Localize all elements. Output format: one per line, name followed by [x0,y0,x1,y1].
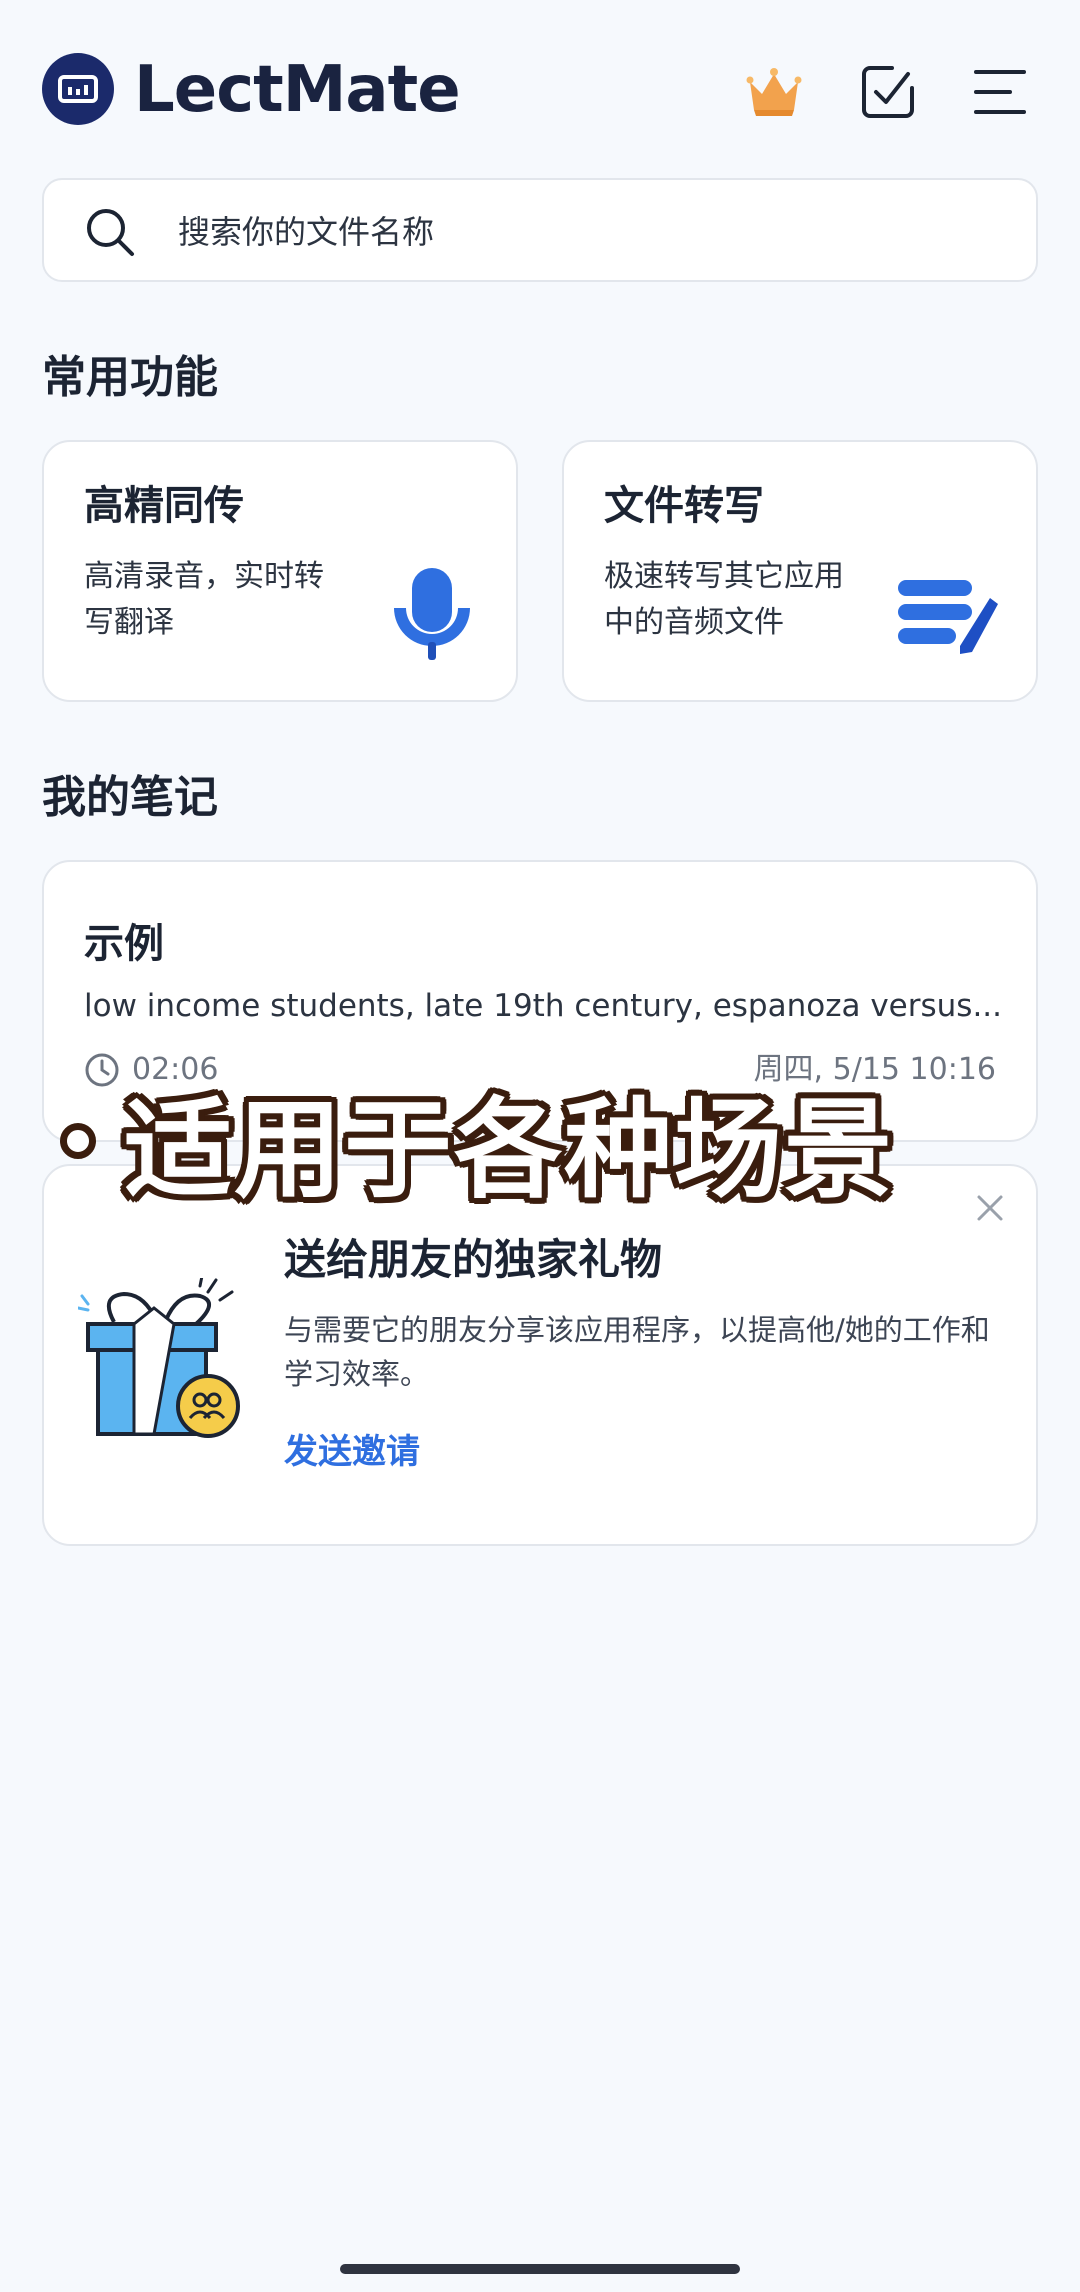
app-logo-icon [42,53,114,125]
note-title: 示例 [84,921,164,967]
import-icon[interactable] [856,60,920,124]
gift-icon [76,1274,254,1458]
close-icon[interactable] [974,1192,1006,1228]
notes-section-title: 我的笔记 [42,772,218,823]
invite-title: 送给朋友的独家礼物 [284,1235,663,1284]
search-icon [84,206,136,258]
app-title: LectMate [134,53,461,127]
feature-card-file-transcribe[interactable]: 文件转写 极速转写其它应用中的音频文件 [562,440,1038,702]
crown-icon[interactable] [742,60,806,124]
note-excerpt: low income students, late 19th century, … [84,988,1003,1024]
microphone-icon [388,566,476,666]
feature-card-simultaneous[interactable]: 高精同传 高清录音，实时转写翻译 [42,440,518,702]
search-bar[interactable]: 搜索你的文件名称 [42,178,1038,282]
send-invite-link[interactable]: 发送邀请 [284,1428,420,1476]
feature-desc: 高清录音，实时转写翻译 [84,559,324,640]
overlay-caption: 适用于各种场景 [124,1088,895,1213]
features-section-title: 常用功能 [42,352,218,403]
feature-title: 文件转写 [604,483,764,529]
invite-description: 与需要它的朋友分享该应用程序，以提高他/她的工作和学习效率。 [284,1313,990,1391]
invite-card: 送给朋友的独家礼物 与需要它的朋友分享该应用程序，以提高他/她的工作和学习效率。… [42,1164,1038,1546]
search-placeholder: 搜索你的文件名称 [178,213,435,251]
feature-desc: 极速转写其它应用中的音频文件 [604,559,844,640]
home-indicator[interactable] [340,2264,740,2274]
document-edit-icon [898,576,998,660]
caption-bullet [60,1123,96,1159]
menu-icon[interactable] [968,60,1032,124]
feature-title: 高精同传 [84,483,244,529]
clock-icon [84,1052,120,1092]
